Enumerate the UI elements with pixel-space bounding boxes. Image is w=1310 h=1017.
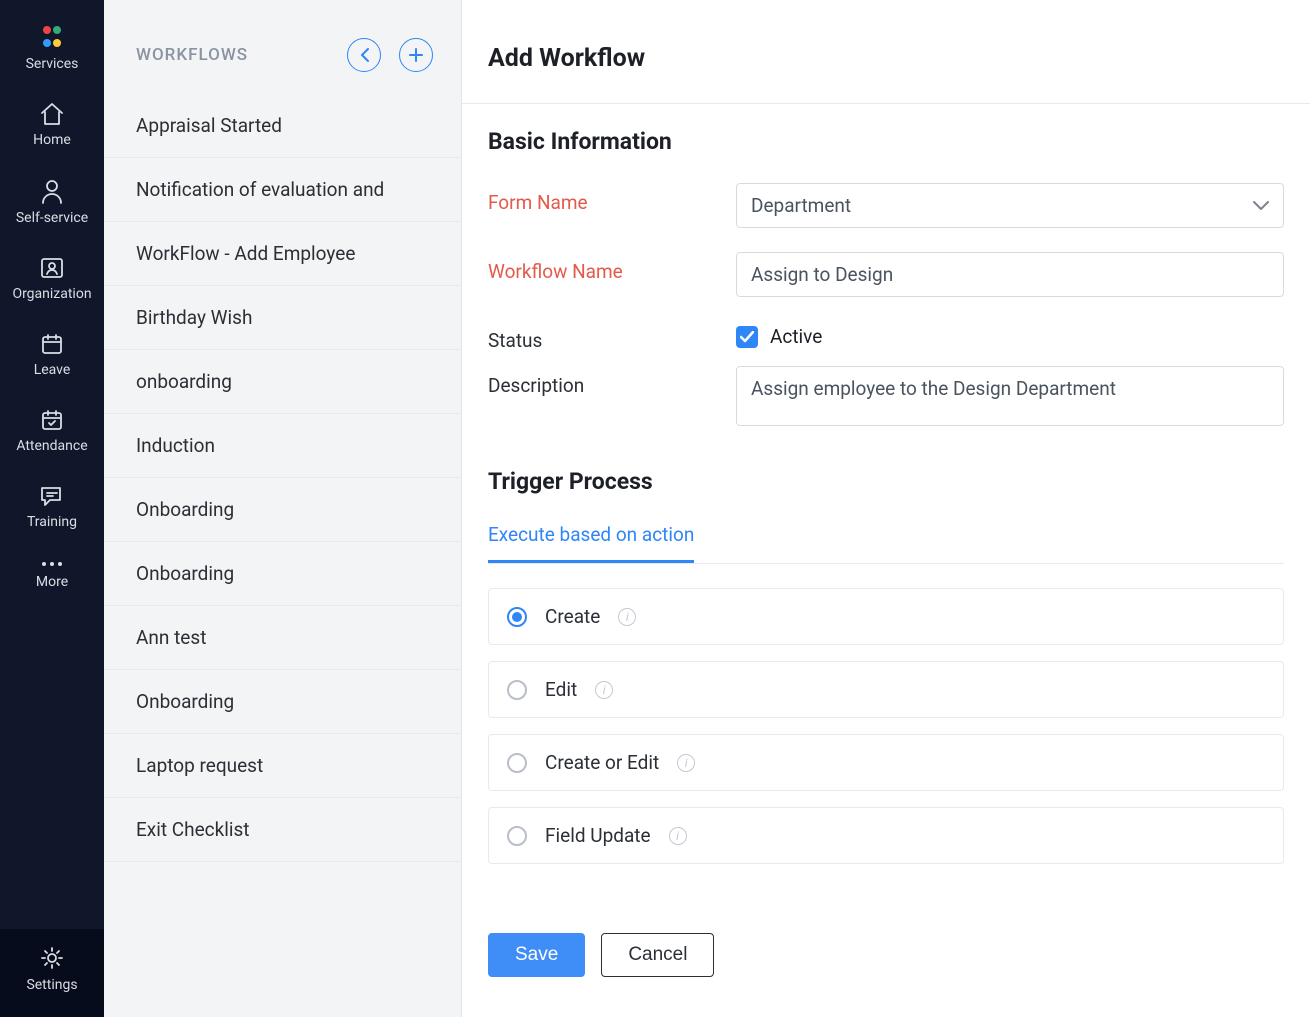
page-title: Add Workflow [462,0,1310,104]
trigger-option[interactable]: Create or Edit i [488,734,1284,791]
workflow-list-item[interactable]: Onboarding [104,478,461,542]
trigger-process-section: Trigger Process [462,458,1310,495]
basic-information-section: Basic Information Form Name Department W… [462,104,1310,458]
gear-icon [4,945,100,971]
active-label: Active [770,325,822,348]
trigger-tabs: Execute based on action [488,523,1284,564]
nav-label: Settings [4,977,100,993]
chevron-left-icon [360,48,369,62]
nav-label: Self-service [4,210,100,226]
nav-more[interactable]: More [0,544,104,604]
status-label: Status [488,321,736,352]
section-heading-trigger: Trigger Process [488,468,1284,495]
form-name-value: Department [751,194,851,217]
workflow-list-item[interactable]: Ann test [104,606,461,670]
plus-icon [409,48,423,62]
form-name-select[interactable]: Department [736,183,1284,228]
home-icon [4,102,100,126]
trigger-option-label: Field Update [545,824,651,847]
trigger-option-label: Create or Edit [545,751,659,774]
active-checkbox[interactable] [736,326,758,348]
form-footer: Save Cancel [462,913,1310,1017]
nav-services[interactable]: Services [0,10,104,86]
trigger-option[interactable]: Field Update i [488,807,1284,864]
apps-icon [4,26,100,50]
description-label: Description [488,366,736,397]
radio-button[interactable] [507,607,527,627]
nav-training[interactable]: Training [0,468,104,544]
tab-execute-on-action[interactable]: Execute based on action [488,523,694,563]
info-icon[interactable]: i [618,608,636,626]
add-workflow-button[interactable] [399,38,433,72]
trigger-option[interactable]: Edit i [488,661,1284,718]
form-name-label: Form Name [488,183,736,214]
side-panel-title: WORKFLOWS [136,45,248,65]
nav-label: Leave [4,362,100,378]
radio-button[interactable] [507,826,527,846]
radio-button[interactable] [507,680,527,700]
workflow-list-item[interactable]: Appraisal Started [104,94,461,158]
workflow-list-item[interactable]: Onboarding [104,670,461,734]
description-textarea[interactable] [736,366,1284,426]
info-icon[interactable]: i [677,754,695,772]
info-icon[interactable]: i [595,681,613,699]
left-nav: Services Home Self-service Organization … [0,0,104,1017]
person-icon [4,178,100,204]
info-icon[interactable]: i [669,827,687,845]
workflow-side-panel: WORKFLOWS Appraisal StartedNotification … [104,0,462,1017]
nav-self-service[interactable]: Self-service [0,162,104,240]
nav-label: Home [4,132,100,148]
org-icon [4,256,100,280]
calcheck-icon [4,408,100,432]
main-panel: Add Workflow Basic Information Form Name… [462,0,1310,1017]
chevron-down-icon [1253,201,1269,211]
section-heading-basic: Basic Information [488,128,1284,155]
save-button[interactable]: Save [488,933,585,977]
trigger-option-label: Edit [545,678,577,701]
radio-button[interactable] [507,753,527,773]
trigger-option[interactable]: Create i [488,588,1284,645]
workflow-list-item[interactable]: WorkFlow - Add Employee [104,222,461,286]
trigger-option-list: Create i Edit i Create or Edit i Field U… [462,588,1310,864]
nav-label: Attendance [4,438,100,454]
nav-label: Organization [4,286,100,302]
nav-settings[interactable]: Settings [0,929,104,1017]
workflow-list-item[interactable]: Notification of evaluation and [104,158,461,222]
workflow-list-item[interactable]: Exit Checklist [104,798,461,862]
nav-label: Services [4,56,100,72]
workflow-name-input[interactable] [736,252,1284,297]
workflow-list-item[interactable]: Induction [104,414,461,478]
workflow-list-item[interactable]: Onboarding [104,542,461,606]
nav-leave[interactable]: Leave [0,316,104,392]
cancel-button[interactable]: Cancel [601,933,714,977]
calendar-icon [4,332,100,356]
trigger-option-label: Create [545,605,600,628]
nav-label: Training [4,514,100,530]
back-button[interactable] [347,38,381,72]
dots-icon [4,560,100,568]
workflow-name-label: Workflow Name [488,252,736,283]
workflow-list-item[interactable]: Laptop request [104,734,461,798]
chat-icon [4,484,100,508]
check-icon [740,331,754,343]
workflow-list-item[interactable]: Birthday Wish [104,286,461,350]
workflow-list-item[interactable]: onboarding [104,350,461,414]
nav-attendance[interactable]: Attendance [0,392,104,468]
nav-organization[interactable]: Organization [0,240,104,316]
nav-label: More [4,574,100,590]
nav-home[interactable]: Home [0,86,104,162]
